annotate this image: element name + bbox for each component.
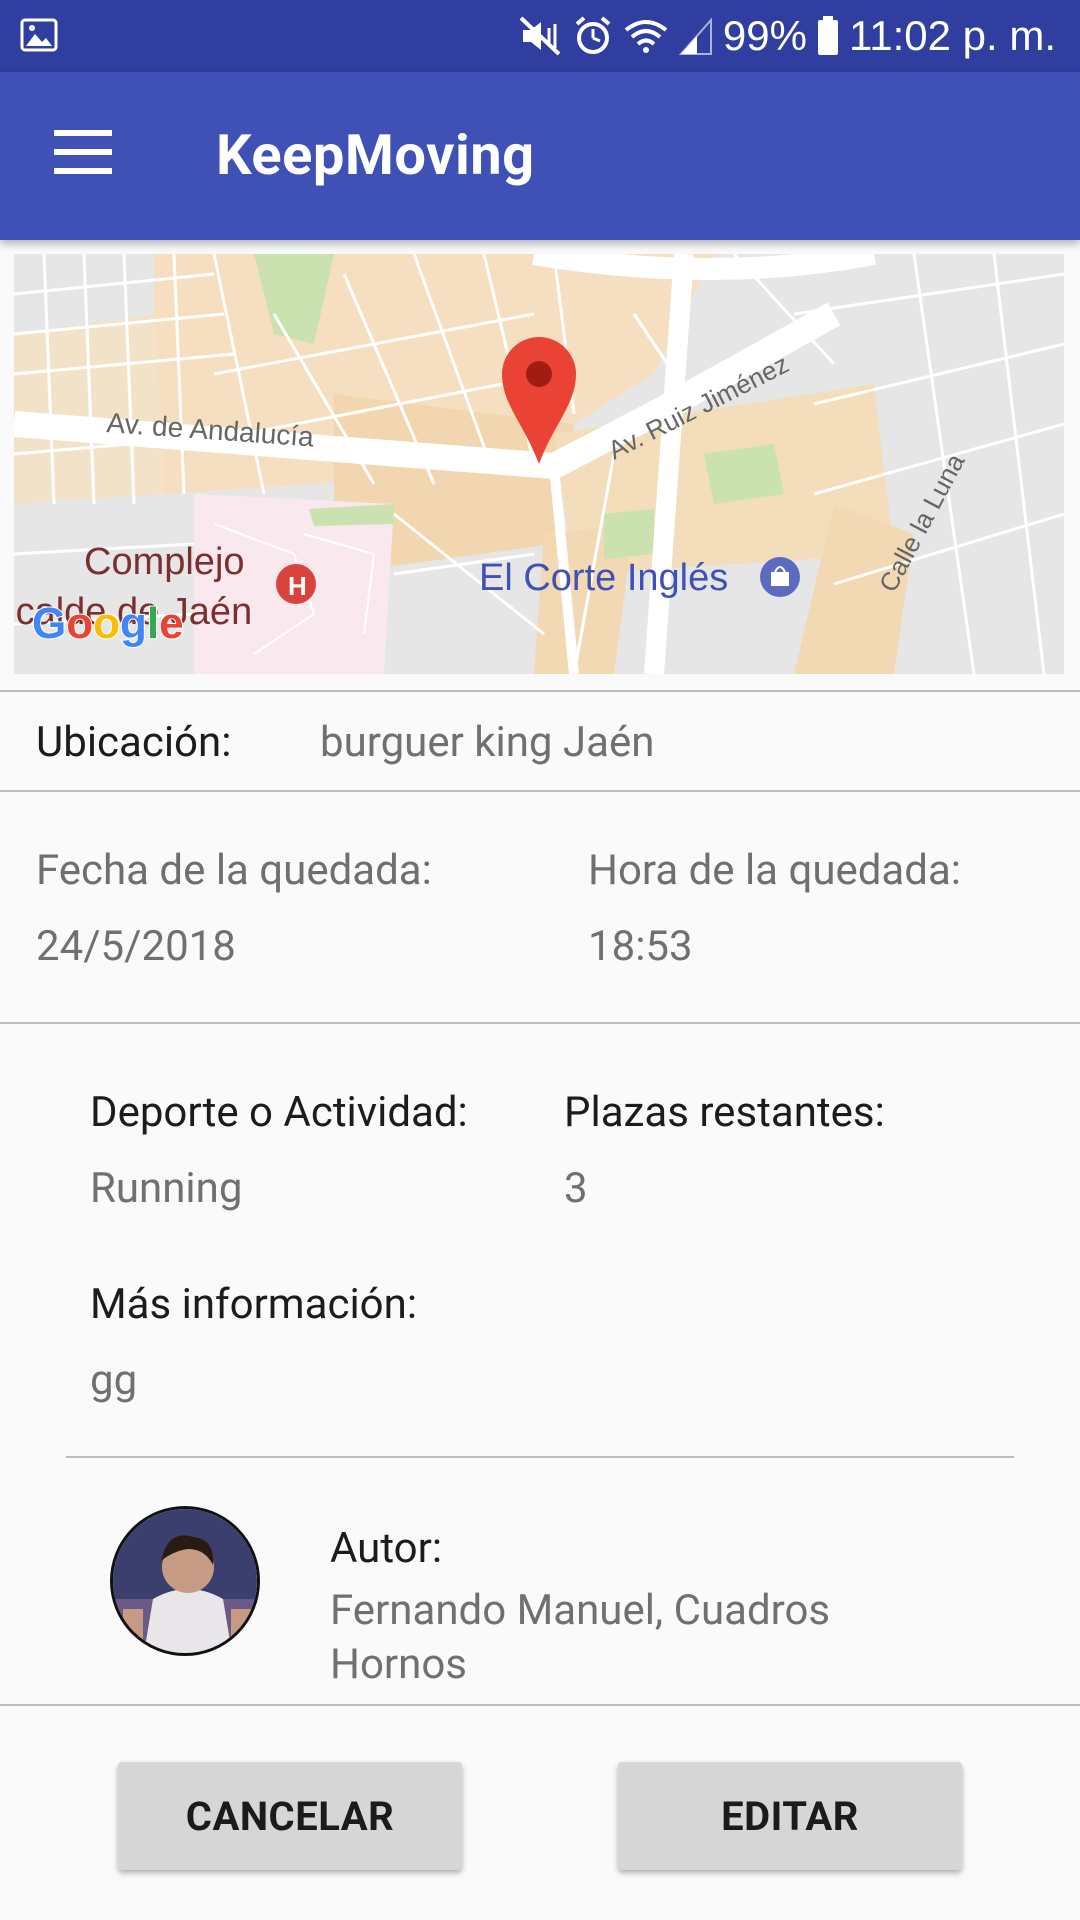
alarm-icon [575, 16, 611, 54]
battery-percent: 99% [722, 12, 807, 59]
time-value: 18:53 [588, 922, 693, 971]
svg-text:H: H [288, 571, 307, 601]
status-icons: 99% 11:02 p. m. [519, 10, 1056, 62]
edit-button[interactable]: EDITAR [618, 1762, 962, 1870]
app-bar: KeepMoving [0, 72, 1080, 240]
google-logo: Google [32, 599, 184, 648]
location-value: burguer king Jaén [320, 718, 655, 767]
map-view[interactable]: Av. de Andalucía Av. Ruiz Jiménez Calle … [14, 254, 1064, 674]
image-icon [20, 18, 58, 52]
spots-label: Plazas restantes: [564, 1088, 885, 1137]
divider [0, 1704, 1080, 1706]
place-label-el-corte-ingles: El Corte Inglés [479, 557, 728, 599]
more-info-label: Más información: [90, 1280, 417, 1329]
divider [66, 1456, 1014, 1458]
divider [0, 1022, 1080, 1024]
spots-value: 3 [564, 1164, 588, 1213]
location-label: Ubicación: [36, 718, 232, 767]
mute-vibrate-icon [519, 16, 561, 56]
author-name-line2: Hornos [330, 1640, 467, 1689]
cancel-button[interactable]: CANCELAR [118, 1762, 462, 1870]
more-info-value: gg [90, 1356, 138, 1405]
time-label: Hora de la quedada: [588, 846, 961, 895]
date-label: Fecha de la quedada: [36, 846, 432, 895]
divider [0, 790, 1080, 792]
hamburger-menu-icon[interactable] [54, 130, 112, 174]
date-value: 24/5/2018 [36, 922, 236, 971]
author-name-line1: Fernando Manuel, Cuadros [330, 1586, 831, 1635]
avatar [110, 1506, 260, 1656]
author-label: Autor: [330, 1524, 443, 1573]
sport-value: Running [90, 1164, 243, 1213]
wifi-icon [624, 20, 668, 53]
clock: 11:02 p. m. [848, 12, 1056, 59]
status-bar: 99% 11:02 p. m. [0, 0, 1080, 72]
divider [0, 690, 1080, 692]
app-title: KeepMoving [216, 122, 535, 188]
place-label-complejo: Complejo [84, 541, 245, 583]
battery-icon [817, 16, 838, 55]
map-canvas: Av. de Andalucía Av. Ruiz Jiménez Calle … [14, 254, 1064, 674]
signal-icon [678, 17, 712, 55]
sport-label: Deporte o Actividad: [90, 1088, 468, 1137]
